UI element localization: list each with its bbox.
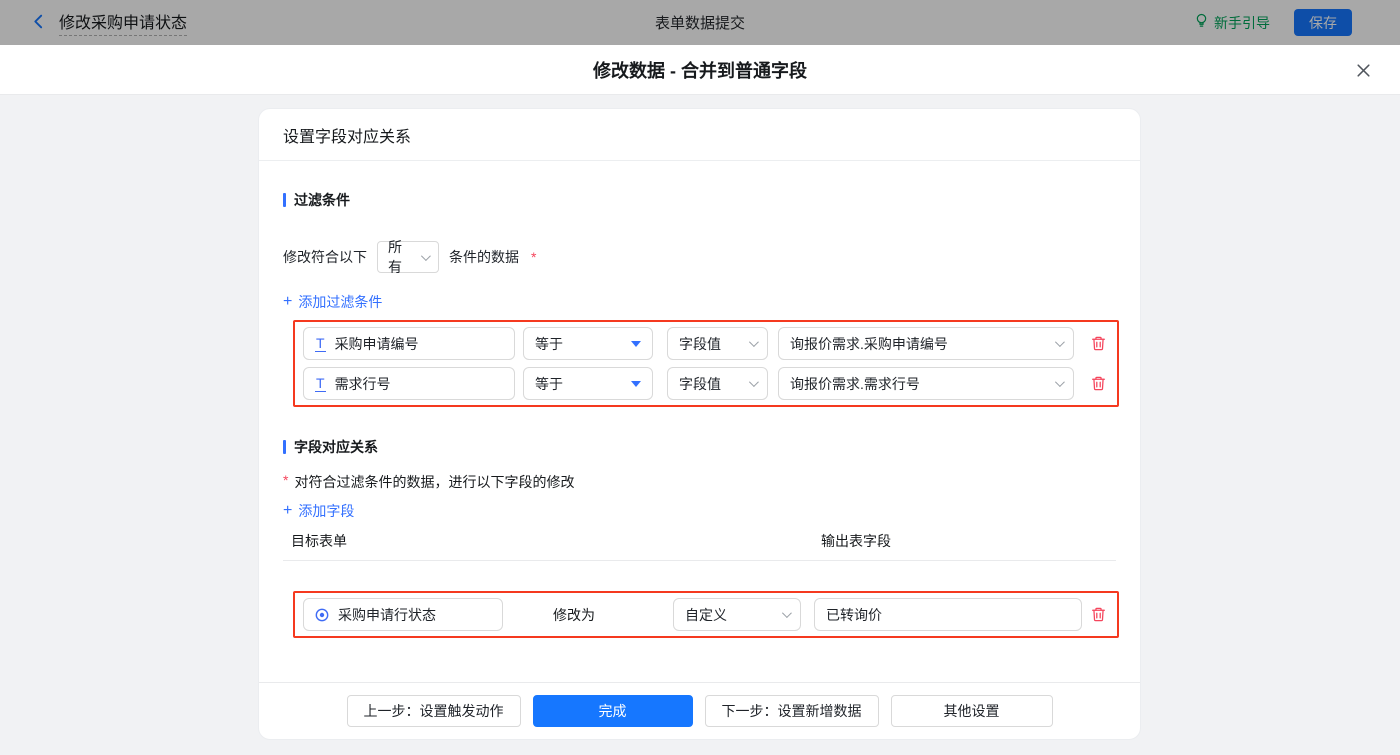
match-condition-row: 修改符合以下 所有 条件的数据 *	[283, 239, 1116, 275]
section-marker	[283, 193, 286, 207]
prev-step-button[interactable]: 上一步：设置触发动作	[346, 695, 521, 727]
filter-condition-row: T 需求行号 等于 字段值 询报价需求.需求行号	[303, 367, 1109, 400]
add-filter-condition-label: 添加过滤条件	[298, 294, 383, 310]
chevron-down-icon	[420, 250, 431, 261]
topbar: 修改采购申请状态 表单数据提交 新手引导 保存	[0, 0, 1400, 45]
filter-conditions-highlight-box: T 采购申请编号 等于 字段值 询报价需求.采购申请编号 T 需求行号 等于 字…	[293, 320, 1119, 407]
filter-value-value: 询报价需求.需求行号	[790, 375, 920, 392]
match-mode-select[interactable]: 所有	[377, 239, 439, 275]
filter-operator-select[interactable]: 等于	[523, 367, 653, 400]
delete-condition-button[interactable]	[1087, 373, 1109, 395]
plus-icon: +	[283, 293, 293, 310]
column-target-form: 目标表单	[291, 533, 347, 549]
mapping-mode-value: 自定义	[685, 606, 727, 623]
done-button[interactable]: 完成	[532, 695, 693, 727]
delete-condition-button[interactable]	[1087, 333, 1109, 355]
text-field-icon: T	[315, 334, 326, 352]
mapping-field-input[interactable]: 采购申请行状态	[303, 598, 503, 631]
plus-icon: +	[283, 502, 293, 519]
mapping-section-title: 字段对应关系	[283, 437, 1116, 457]
filter-section-label: 过滤条件	[294, 192, 350, 208]
required-asterisk: *	[283, 472, 289, 488]
filter-field-value: 需求行号	[334, 375, 391, 392]
match-prefix-label: 修改符合以下	[283, 249, 367, 265]
column-output-field: 输出表字段	[821, 533, 891, 549]
close-icon[interactable]	[1352, 59, 1374, 81]
mapping-section-label: 字段对应关系	[294, 439, 378, 455]
radio-field-icon	[315, 608, 329, 622]
field-mapping-card: 设置字段对应关系 过滤条件 修改符合以下 所有 条件的数据 * + 添加过滤条件	[258, 108, 1141, 740]
filter-condition-row: T 采购申请编号 等于 字段值 询报价需求.采购申请编号	[303, 327, 1109, 360]
chevron-down-icon	[1054, 337, 1065, 348]
modal-dim-overlay	[0, 0, 1400, 45]
chevron-down-icon	[748, 337, 759, 348]
filter-field-input[interactable]: T 需求行号	[303, 367, 515, 400]
filter-value-type-select[interactable]: 字段值	[667, 327, 768, 360]
trash-icon	[1091, 607, 1105, 622]
filter-value-select[interactable]: 询报价需求.采购申请编号	[778, 327, 1074, 360]
delete-mapping-button[interactable]	[1087, 604, 1109, 626]
chevron-down-icon	[748, 377, 759, 388]
caret-down-icon	[631, 340, 641, 347]
trash-icon	[1091, 336, 1105, 351]
next-step-button[interactable]: 下一步：设置新增数据	[704, 695, 879, 727]
required-asterisk: *	[531, 249, 537, 265]
trash-icon	[1091, 376, 1105, 391]
mapping-mode-select[interactable]: 自定义	[673, 598, 801, 631]
section-marker	[283, 440, 286, 454]
card-header: 设置字段对应关系	[259, 109, 1140, 161]
filter-value-type-value: 字段值	[679, 335, 721, 352]
filter-value-type-select[interactable]: 字段值	[667, 367, 768, 400]
filter-field-input[interactable]: T 采购申请编号	[303, 327, 515, 360]
filter-operator-value: 等于	[535, 375, 563, 392]
modal-title: 修改数据 - 合并到普通字段	[593, 60, 807, 81]
field-mapping-highlight-box: 采购申请行状态 修改为 自定义 已转询价	[293, 591, 1119, 638]
card-body: 过滤条件 修改符合以下 所有 条件的数据 * + 添加过滤条件 T 采购申请编号…	[259, 161, 1140, 682]
mapping-field-value: 采购申请行状态	[338, 606, 436, 623]
other-settings-button[interactable]: 其他设置	[890, 695, 1053, 727]
text-field-icon: T	[315, 374, 326, 392]
match-mode-value: 所有	[388, 239, 402, 275]
filter-value-select[interactable]: 询报价需求.需求行号	[778, 367, 1074, 400]
field-mapping-row: 采购申请行状态 修改为 自定义 已转询价	[303, 598, 1109, 631]
chevron-down-icon	[1054, 377, 1065, 388]
filter-value-value: 询报价需求.采购申请编号	[790, 335, 948, 352]
chevron-down-icon	[781, 608, 792, 619]
edit-data-modal: 修改数据 - 合并到普通字段 设置字段对应关系 过滤条件 修改符合以下 所有 条…	[0, 45, 1400, 755]
filter-operator-value: 等于	[535, 335, 563, 352]
add-field-label: 添加字段	[298, 503, 355, 519]
filter-value-type-value: 字段值	[679, 375, 721, 392]
mapping-column-headers: 目标表单 输出表字段	[283, 531, 1116, 561]
mapping-description-text: 对符合过滤条件的数据，进行以下字段的修改	[294, 474, 575, 490]
add-filter-condition-link[interactable]: + 添加过滤条件	[283, 292, 382, 312]
filter-operator-select[interactable]: 等于	[523, 327, 653, 360]
mapping-value-input[interactable]: 已转询价	[814, 598, 1082, 631]
add-field-link[interactable]: + 添加字段	[283, 501, 354, 521]
mapping-description: * 对符合过滤条件的数据，进行以下字段的修改	[283, 472, 1116, 492]
caret-down-icon	[631, 380, 641, 387]
mapping-value-text: 已转询价	[826, 606, 882, 623]
modal-header: 修改数据 - 合并到普通字段	[0, 45, 1400, 95]
modify-to-label: 修改为	[553, 606, 595, 623]
match-suffix-label: 条件的数据	[449, 249, 519, 265]
filter-field-value: 采购申请编号	[334, 335, 419, 352]
card-footer: 上一步：设置触发动作 完成 下一步：设置新增数据 其他设置	[259, 682, 1140, 739]
filter-section-title: 过滤条件	[283, 190, 1116, 210]
